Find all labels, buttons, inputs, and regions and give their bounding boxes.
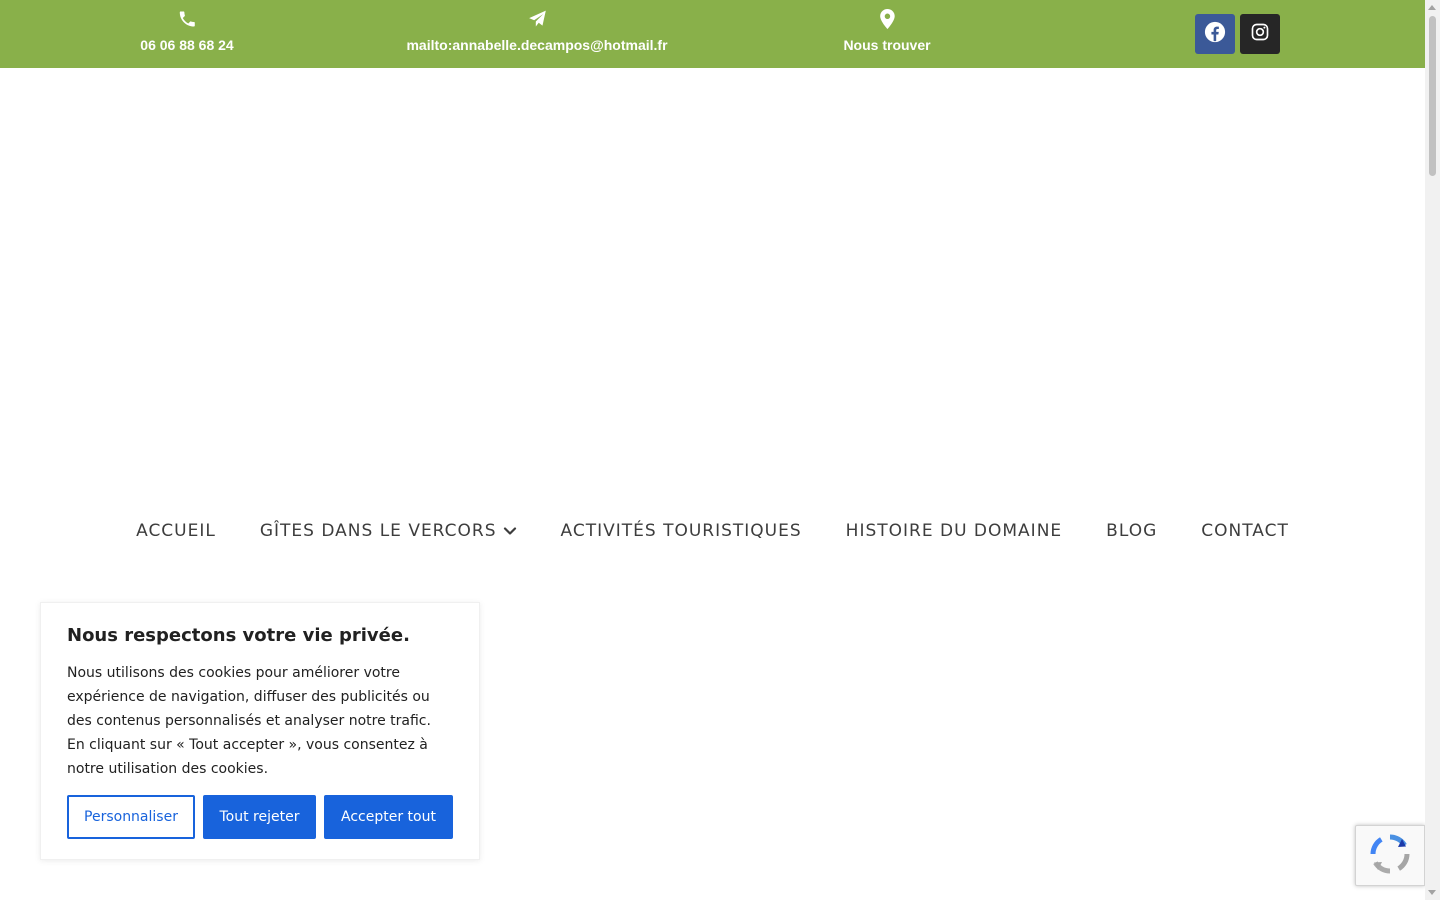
scrollbar-thumb[interactable] <box>1429 16 1436 176</box>
scroll-down-icon[interactable] <box>1428 890 1436 895</box>
facebook-button[interactable] <box>1195 14 1235 54</box>
phone-link[interactable]: 06 06 88 68 24 <box>140 8 234 60</box>
nav-item-accueil[interactable]: ACCUEIL <box>136 521 216 541</box>
customize-button[interactable]: Personnaliser <box>67 795 195 839</box>
nav-item-label: HISTOIRE DU DOMAINE <box>845 521 1063 541</box>
phone-number: 06 06 88 68 24 <box>140 37 234 53</box>
reject-all-button[interactable]: Tout rejeter <box>203 795 316 839</box>
nav-item-gites[interactable]: GÎTES DANS LE VERCORS <box>260 521 517 541</box>
facebook-icon <box>1204 21 1226 47</box>
email-link[interactable]: mailto:annabelle.decampos@hotmail.fr <box>406 8 668 60</box>
chevron-down-icon <box>503 526 517 536</box>
top-contact-bar: 06 06 88 68 24 mailto:annabelle.decampos… <box>0 0 1425 68</box>
cookie-description: Nous utilisons des cookies pour améliore… <box>67 665 431 777</box>
scroll-up-icon[interactable] <box>1428 5 1436 10</box>
nav-item-blog[interactable]: BLOG <box>1106 521 1157 541</box>
recaptcha-badge[interactable] <box>1355 825 1425 886</box>
instagram-icon <box>1250 22 1270 46</box>
nav-item-label: ACCUEIL <box>136 521 216 541</box>
nav-item-activites[interactable]: ACTIVITÉS TOURISTIQUES <box>561 521 802 541</box>
recaptcha-icon <box>1369 833 1411 879</box>
nav-item-label: ACTIVITÉS TOURISTIQUES <box>560 521 802 541</box>
nav-item-label: GÎTES DANS LE VERCORS <box>259 521 497 541</box>
cookie-button-group: Personnaliser Tout rejeter Accepter tout <box>67 795 453 839</box>
nav-item-contact[interactable]: CONTACT <box>1201 521 1289 541</box>
cookie-consent-banner: Nous respectons votre vie privée. Nous u… <box>40 602 480 860</box>
email-address: mailto:annabelle.decampos@hotmail.fr <box>406 37 668 53</box>
page-scrollbar[interactable] <box>1425 0 1440 900</box>
cookie-title: Nous respectons votre vie privée. <box>67 625 410 646</box>
paper-plane-icon <box>526 8 548 30</box>
nav-item-histoire[interactable]: HISTOIRE DU DOMAINE <box>846 521 1063 541</box>
phone-icon <box>176 8 198 30</box>
nav-item-label: CONTACT <box>1201 521 1289 541</box>
accept-all-button[interactable]: Accepter tout <box>324 795 453 839</box>
map-marker-icon <box>876 8 898 30</box>
location-link[interactable]: Nous trouver <box>843 8 931 60</box>
nav-item-label: BLOG <box>1106 521 1158 541</box>
main-navigation: ACCUEIL GÎTES DANS LE VERCORS ACTIVITÉS … <box>0 512 1425 550</box>
location-label: Nous trouver <box>843 37 931 53</box>
instagram-button[interactable] <box>1240 14 1280 54</box>
